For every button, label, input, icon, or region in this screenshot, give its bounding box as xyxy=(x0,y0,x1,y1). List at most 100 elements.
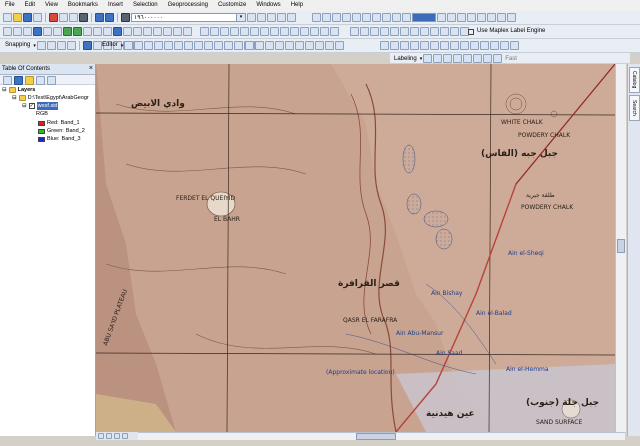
layout-14-icon[interactable] xyxy=(510,41,519,50)
chevron-down-icon[interactable]: ▾ xyxy=(33,43,36,49)
labeling-tool-1-icon[interactable] xyxy=(350,27,359,36)
chevron-down-icon[interactable]: ▾ xyxy=(236,14,245,21)
point-snap-icon[interactable] xyxy=(36,41,46,50)
options-icon[interactable] xyxy=(47,76,56,85)
editor-menu[interactable]: Editor xyxy=(100,40,120,51)
fixed-zoom-out-icon[interactable] xyxy=(53,27,62,36)
identify-icon[interactable] xyxy=(113,27,122,36)
label-quality[interactable]: Fast xyxy=(503,54,519,64)
georef-tool-17-icon[interactable] xyxy=(497,13,506,22)
labeling-tool-4-icon[interactable] xyxy=(380,27,389,36)
hyperlink-icon[interactable] xyxy=(123,27,132,36)
chevron-down-icon[interactable]: ▾ xyxy=(121,43,124,49)
draw-tool-8-icon[interactable] xyxy=(270,27,279,36)
draw-tool-7-icon[interactable] xyxy=(260,27,269,36)
redo-icon[interactable] xyxy=(105,13,114,22)
collapse-icon[interactable]: ⊟ xyxy=(12,94,17,102)
measure-icon[interactable] xyxy=(143,27,152,36)
menu-selection[interactable]: Selection xyxy=(128,0,163,11)
map-vertical-scrollbar[interactable] xyxy=(615,64,626,432)
list-by-drawing-order-icon[interactable] xyxy=(3,76,12,85)
topology-3-icon[interactable] xyxy=(265,41,274,50)
georef-tool-4-icon[interactable] xyxy=(342,13,351,22)
topology-6-icon[interactable] xyxy=(295,41,304,50)
attributes-icon[interactable] xyxy=(234,41,244,50)
collapse-icon[interactable]: ⊟ xyxy=(2,86,7,94)
pan-icon[interactable] xyxy=(23,27,32,36)
labeling-tool-3-icon[interactable] xyxy=(370,27,379,36)
draw-tool-10-icon[interactable] xyxy=(290,27,299,36)
layer-name[interactable]: wesf.sid xyxy=(36,102,59,110)
menu-file[interactable]: File xyxy=(0,0,20,11)
draw-tool-12-icon[interactable] xyxy=(310,27,319,36)
georef-tool-12-icon[interactable] xyxy=(447,13,456,22)
layout-6-icon[interactable] xyxy=(430,41,439,50)
menu-edit[interactable]: Edit xyxy=(20,0,40,11)
draw-tool-2-icon[interactable] xyxy=(210,27,219,36)
time-slider-icon[interactable] xyxy=(183,27,192,36)
menu-insert[interactable]: Insert xyxy=(103,0,128,11)
draw-tool-13-icon[interactable] xyxy=(320,27,329,36)
copy-icon[interactable] xyxy=(59,13,68,22)
georef-tool-16-icon[interactable] xyxy=(487,13,496,22)
topology-2-icon[interactable] xyxy=(255,41,264,50)
convert-labels-icon[interactable] xyxy=(493,54,503,63)
end-snap-icon[interactable] xyxy=(46,41,56,50)
labeling-tool-7-icon[interactable] xyxy=(410,27,419,36)
edit-vertices-icon[interactable] xyxy=(184,41,194,50)
open-icon[interactable] xyxy=(13,13,22,22)
search-window-icon[interactable] xyxy=(277,13,286,22)
georef-tool-10-icon[interactable] xyxy=(402,13,411,22)
georef-tool-6-icon[interactable] xyxy=(362,13,371,22)
layer-selector[interactable] xyxy=(412,13,436,22)
edge-snap-icon[interactable] xyxy=(66,41,76,50)
draw-tool-6-icon[interactable] xyxy=(250,27,259,36)
fixed-zoom-in-icon[interactable] xyxy=(43,27,52,36)
layout-view-icon[interactable] xyxy=(106,433,112,439)
topology-5-icon[interactable] xyxy=(285,41,294,50)
paste-icon[interactable] xyxy=(69,13,78,22)
reshape-icon[interactable] xyxy=(194,41,204,50)
pause-labeling-icon[interactable] xyxy=(463,54,473,63)
rotate-icon[interactable] xyxy=(224,41,234,50)
menu-windows[interactable]: Windows xyxy=(251,0,285,11)
split-icon[interactable] xyxy=(214,41,224,50)
georef-tool-13-icon[interactable] xyxy=(457,13,466,22)
label-style-icon[interactable] xyxy=(483,54,493,63)
undo-icon[interactable] xyxy=(95,13,104,22)
list-by-source-icon[interactable] xyxy=(14,76,23,85)
layout-1-icon[interactable] xyxy=(380,41,389,50)
point-icon[interactable] xyxy=(174,41,184,50)
layout-11-icon[interactable] xyxy=(480,41,489,50)
draw-tool-4-icon[interactable] xyxy=(230,27,239,36)
label-priority-icon[interactable] xyxy=(433,54,443,63)
close-icon[interactable]: × xyxy=(89,64,93,74)
edit-annotation-icon[interactable] xyxy=(134,41,144,50)
list-by-visibility-icon[interactable] xyxy=(25,76,34,85)
map-display[interactable]: وادي الابيض WHITE CHALK POWDERY CHALK جب… xyxy=(96,64,615,432)
back-icon[interactable] xyxy=(82,41,92,50)
labeling-tool-2-icon[interactable] xyxy=(360,27,369,36)
find-icon[interactable] xyxy=(153,27,162,36)
print-icon[interactable] xyxy=(33,13,42,22)
full-extent-icon[interactable] xyxy=(33,27,42,36)
cut-icon[interactable] xyxy=(49,13,58,22)
layout-4-icon[interactable] xyxy=(410,41,419,50)
georef-tool-3-icon[interactable] xyxy=(332,13,341,22)
draw-tool-5-icon[interactable] xyxy=(240,27,249,36)
horizontal-scroll-thumb[interactable] xyxy=(356,433,396,440)
georef-tool-8-icon[interactable] xyxy=(382,13,391,22)
snapping-menu[interactable]: Snapping xyxy=(3,40,32,51)
topology-4-icon[interactable] xyxy=(275,41,284,50)
zoom-in-icon[interactable] xyxy=(3,27,12,36)
labeling-tool-6-icon[interactable] xyxy=(400,27,409,36)
georef-tool-11-icon[interactable] xyxy=(437,13,446,22)
save-icon[interactable] xyxy=(23,13,32,22)
data-view-icon[interactable] xyxy=(98,433,104,439)
layout-8-icon[interactable] xyxy=(450,41,459,50)
menu-bookmarks[interactable]: Bookmarks xyxy=(63,0,103,11)
map-scale-combo[interactable]: ١٩٦٠٠٠٠٠٠ ▾ xyxy=(131,13,246,22)
refresh-icon[interactable] xyxy=(114,433,120,439)
layout-13-icon[interactable] xyxy=(500,41,509,50)
menu-help[interactable]: Help xyxy=(286,0,308,11)
